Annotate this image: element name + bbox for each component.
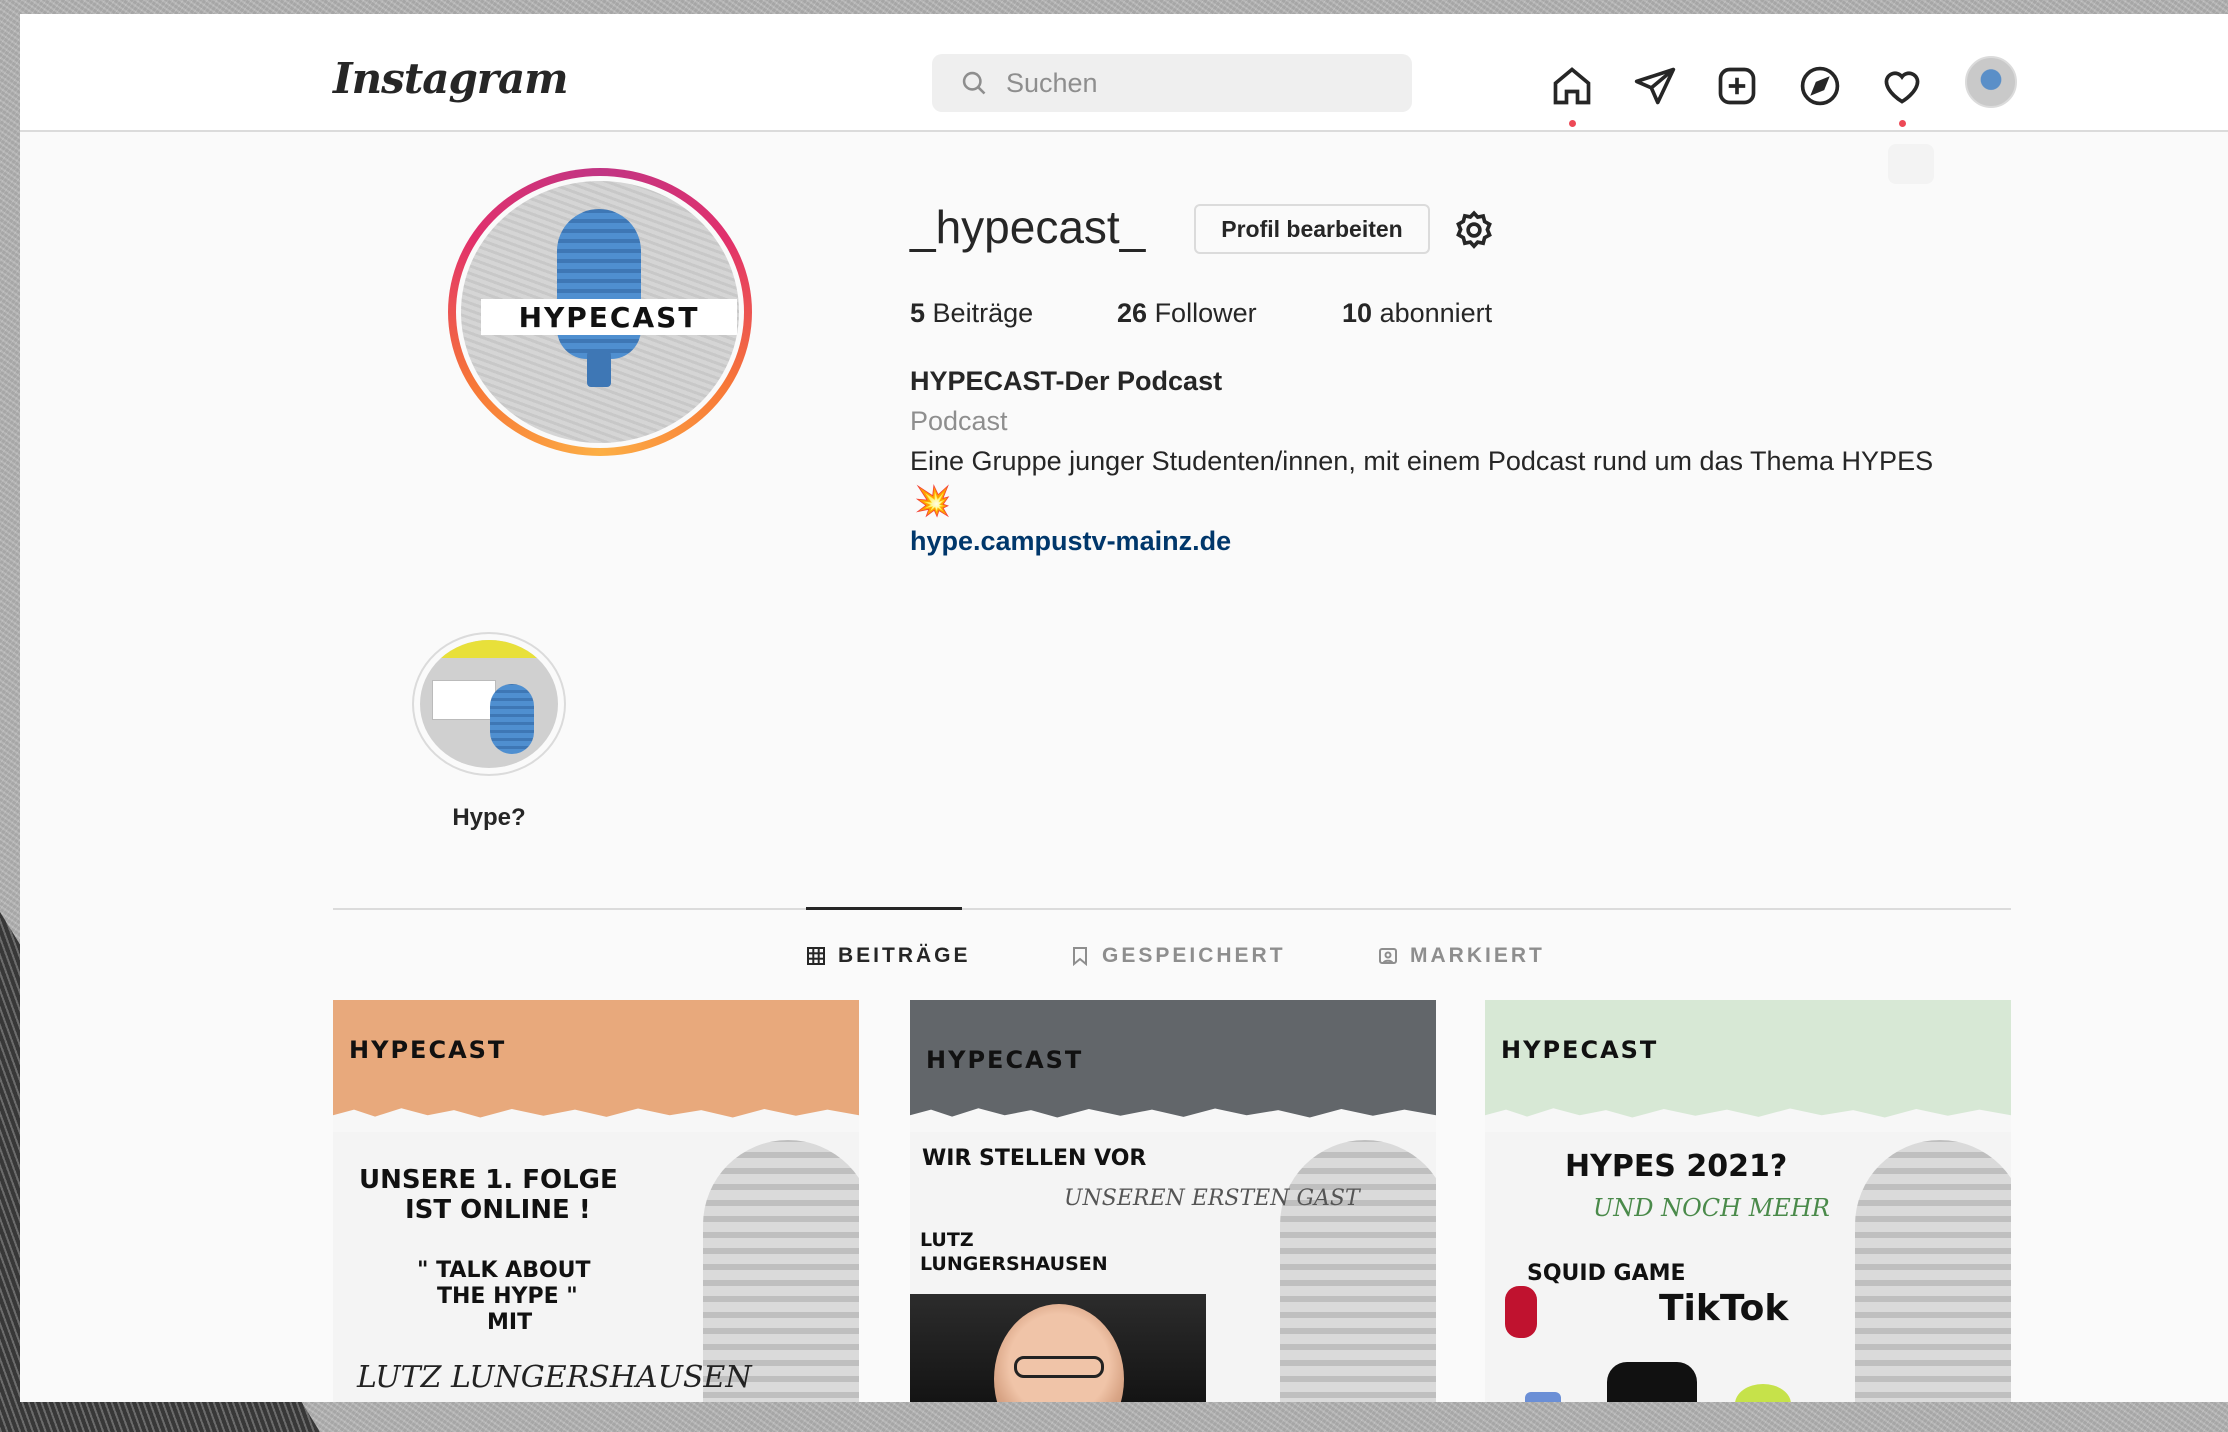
post-brand: HYPECAST [1501,1036,1659,1064]
profile-full-name: HYPECAST-Der Podcast [910,366,1223,396]
post-thumbnail[interactable]: HYPECAST HYPES 2021? UND NOCH MEHR SQUID… [1485,1000,2011,1402]
jacket-graphic [1607,1362,1697,1402]
tagged-icon [1379,948,1397,964]
grid-icon [807,947,825,965]
profile-picture-band: HYPECAST [481,299,737,335]
tab-tagged[interactable]: MARKIERT [1378,944,1545,968]
posts-count: 5 [910,298,926,328]
activity-icon [1884,71,1920,104]
home-button[interactable] [1550,64,1594,127]
microphone-graphic [1280,1140,1436,1402]
bookmark-icon [1073,947,1087,966]
post-text: LUNGERSHAUSEN [920,1253,1108,1275]
guest-face [994,1304,1124,1402]
instagram-logo[interactable]: Instagram [333,54,569,103]
post-text: UNSERE 1. FOLGE [359,1165,618,1195]
post-text: IST ONLINE ! [405,1195,591,1225]
post-handwriting: UND NOCH MEHR [1593,1194,1830,1222]
home-icon [1553,67,1591,105]
post-text: MIT [487,1310,533,1335]
activity-button[interactable] [1880,64,1924,127]
highlight-label: Hype? [452,804,526,831]
profile-picture[interactable]: HYPECAST [448,168,752,456]
tab-saved-label: GESPEICHERT [1102,944,1286,967]
followers-link[interactable]: 26 Follower [1117,298,1257,329]
highlight-cover [420,640,558,768]
explore-button[interactable] [1798,64,1842,108]
posts-stat: 5 Beiträge [910,298,1033,329]
tab-posts-label: BEITRÄGE [838,944,971,967]
profile-picture-text: HYPECAST [518,300,700,334]
squid-game-figure [1505,1286,1537,1338]
post-brand: HYPECAST [926,1046,1084,1074]
profile-category: Podcast [910,406,1008,436]
post-text: " TALK ABOUT [417,1258,591,1283]
microphone-graphic [1855,1140,2011,1402]
post-handwriting: LUTZ LUNGERSHAUSEN [357,1360,752,1395]
new-post-button[interactable] [1715,64,1759,108]
active-tab-indicator [806,907,962,910]
profile-bio: Eine Gruppe junger Studenten/innen, mit … [910,446,1934,476]
profile-picture-image: HYPECAST [461,181,739,443]
top-navigation: Instagram [20,14,2228,132]
search-box[interactable] [932,54,1412,112]
highlight-microphone [490,684,534,754]
posts-label: Beiträge [932,298,1034,328]
microphone-graphic [557,209,641,359]
profile-avatar-button[interactable] [1965,56,2017,108]
following-label: abonniert [1379,298,1493,328]
tiktok-logo: TikTok [1659,1288,1789,1329]
direct-icon [1634,67,1676,105]
tab-saved[interactable]: GESPEICHERT [1070,944,1286,968]
following-link[interactable]: 10 abonniert [1342,298,1492,329]
followers-count: 26 [1117,298,1148,328]
explore-icon [1800,66,1840,106]
new-post-icon [1718,67,1756,105]
search-input[interactable] [1006,67,1386,99]
product-graphic [1525,1392,1561,1402]
post-thumbnail[interactable]: HYPECAST UNSERE 1. FOLGE IST ONLINE ! " … [333,1000,859,1402]
tabs-divider [333,908,2011,910]
profile-website-link[interactable]: hype.campustv-mainz.de [910,526,1231,557]
smiley-graphic [1735,1384,1791,1402]
post-text: THE HYPE " [437,1284,578,1309]
profile-username: _hypecast_ [910,201,1146,253]
story-highlight[interactable] [412,632,566,776]
gear-icon [1456,210,1492,249]
microphone-stem [587,351,611,387]
tab-tagged-label: MARKIERT [1410,944,1545,967]
following-count: 10 [1342,298,1373,328]
settings-button[interactable] [1452,208,1496,252]
highlight-banner [420,640,558,658]
post-handwriting: UNSEREN ERSTEN GAST [1064,1186,1360,1211]
direct-button[interactable] [1633,64,1677,108]
instagram-window: Instagram Suchen HYPECAST _hypecast_ Pro… [20,14,2228,1402]
post-text: WIR STELLEN VOR [922,1146,1147,1171]
post-text: LUTZ [920,1229,974,1251]
post-text: HYPES 2021? [1565,1149,1788,1184]
profile-picture-frame: HYPECAST [456,176,744,448]
guest-photo [910,1294,1206,1402]
followers-label: Follower [1154,298,1257,328]
post-thumbnail[interactable]: HYPECAST WIR STELLEN VOR UNSEREN ERSTEN … [910,1000,1436,1402]
tab-posts[interactable]: BEITRÄGE [806,944,971,968]
notification-dot [1899,120,1906,127]
search-icon [962,71,986,95]
highlight-card [432,680,496,720]
tooltip-placeholder [1888,144,1934,184]
post-brand: HYPECAST [349,1036,507,1064]
squid-game-logo: SQUID GAME [1527,1261,1686,1286]
bio-emoji: 💥 [914,485,952,518]
notification-dot [1569,120,1576,127]
edit-profile-button[interactable]: Profil bearbeiten [1194,204,1430,254]
guest-glasses [1014,1356,1104,1378]
